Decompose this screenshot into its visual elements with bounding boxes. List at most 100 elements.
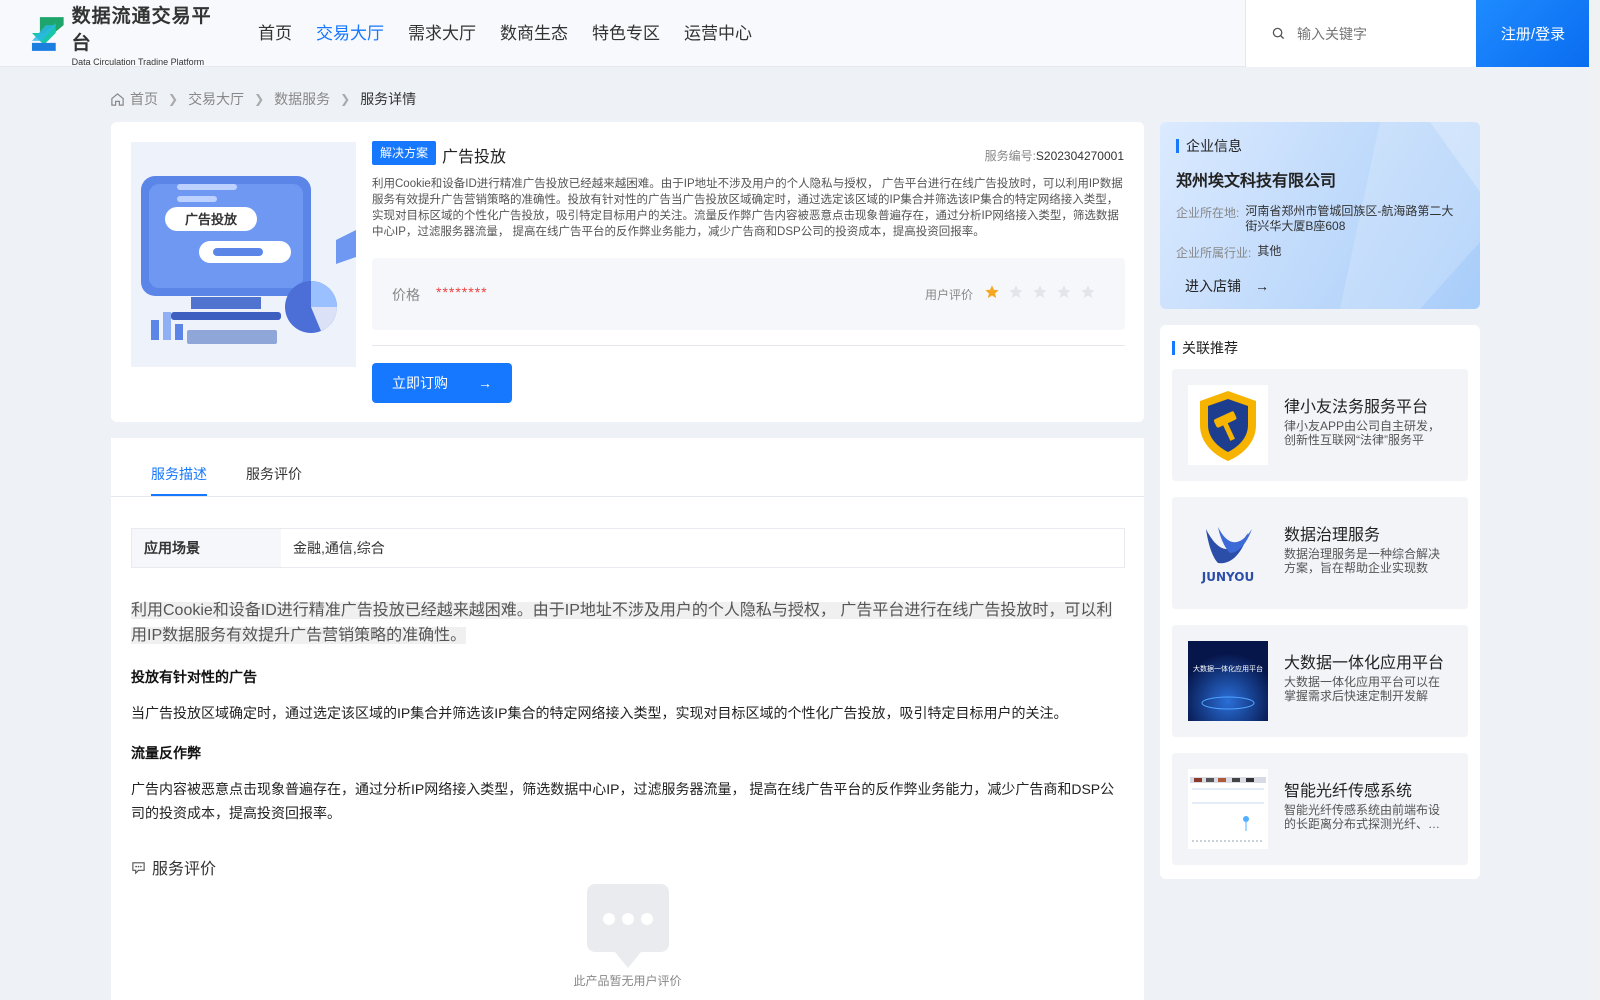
arrow-right-icon: → [1255, 278, 1269, 294]
platform-logo[interactable]: 数据流通交易平台 Data Circulation Tradine Platfo… [30, 6, 230, 67]
intro-text: 利用Cookie和设备ID进行精准广告投放已经越来越困难。由于IP地址不涉及用户… [131, 602, 1113, 644]
company-industry-value: 其他 [1257, 244, 1282, 258]
recommend-item[interactable]: 智能光纤传感系统 智能光纤传感系统由前端布设的长距离分布式探测光纤、… [1172, 753, 1468, 865]
enter-shop-label: 进入店铺 [1185, 278, 1241, 294]
star-empty-icon[interactable] [1080, 284, 1096, 300]
company-info-card: 企业信息 郑州埃文科技有限公司 企业所在地: 河南省郑州市管城回族区-航海路第二… [1160, 122, 1480, 309]
recommend-section-label: 关联推荐 [1182, 340, 1238, 356]
recommend-item-desc: 数据治理服务是一种综合解决方案，旨在帮助企业实现数据… [1284, 547, 1441, 575]
search-input[interactable] [1297, 25, 1467, 42]
nav-item-home[interactable]: 首页 [258, 0, 292, 67]
product-description: 利用Cookie和设备ID进行精准广告投放已经越来越困难。由于IP地址不涉及用户… [372, 178, 1123, 238]
section-text-targeted-ads: 当广告投放区域确定时，通过选定该区域的IP集合并筛选该IP集合的特定网络接入类型… [131, 705, 1068, 721]
reviews-heading: 服务评价 [131, 855, 216, 879]
page-scrollbar[interactable] [1589, 0, 1600, 1000]
reviews-heading-label: 服务评价 [152, 861, 217, 878]
rating-label: 用户评价 [925, 288, 974, 302]
order-now-button[interactable]: 立即订购 → [372, 363, 512, 403]
recommend-item-title: 数据治理服务 [1284, 527, 1381, 544]
nav-item-featured[interactable]: 特色专区 [592, 0, 660, 67]
company-industry-row: 企业所属行业: 其他 [1176, 244, 1467, 261]
divider [372, 345, 1125, 346]
price-label: 价格 [392, 287, 420, 303]
recommend-item-title: 大数据一体化应用平台 [1284, 655, 1445, 672]
recommend-thumbnail-text: JUNYOU [1201, 570, 1254, 584]
chevron-right-icon: ❯ [168, 92, 179, 106]
active-tab-indicator [151, 494, 207, 496]
company-section-label: 企业信息 [1186, 138, 1242, 154]
comment-icon [132, 861, 145, 874]
nav-item-ecosystem[interactable]: 数商生态 [500, 0, 568, 67]
company-location-row: 企业所在地: 河南省郑州市管城回族区-航海路第二大街兴华大厦B座608 [1176, 204, 1455, 234]
top-header: 数据流通交易平台 Data Circulation Tradine Platfo… [0, 0, 1590, 67]
nav-item-operations[interactable]: 运营中心 [684, 0, 752, 67]
detail-tabs: 服务描述 服务评价 [111, 438, 1144, 497]
recommend-item[interactable]: 大数据一体化应用平台 大数据一体化应用平台 大数据一体化应用平台可以在掌握需求后… [1172, 625, 1468, 737]
product-summary-card: 广告投放 解决方案 广告投放 服务编号:S202304270001 利用Cook… [111, 122, 1144, 422]
title-bar [1176, 139, 1179, 153]
main-nav: 首页 交易大厅 需求大厅 数商生态 特色专区 运营中心 [258, 0, 776, 67]
nav-item-trading-hall[interactable]: 交易大厅 [316, 0, 384, 67]
product-title: 广告投放 [442, 149, 507, 166]
product-image: 广告投放 [131, 142, 356, 367]
product-image-caption: 广告投放 [185, 212, 238, 228]
breadcrumb-data-service[interactable]: 数据服务 [274, 89, 330, 109]
section-text-anti-fraud: 广告内容被恶意点击现象普遍存在，通过分析IP网络接入类型，筛选数据中心IP，过滤… [131, 781, 1115, 821]
recommend-thumbnail: JUNYOU [1188, 513, 1268, 593]
tab-service-reviews[interactable]: 服务评价 [246, 464, 302, 484]
scene-value: 金融,通信,综合 [293, 540, 385, 556]
recommend-thumbnail [1188, 385, 1268, 465]
recommend-section-title: 关联推荐 [1172, 338, 1238, 358]
service-number: 服务编号:S202304270001 [985, 147, 1124, 164]
breadcrumb-trading-hall[interactable]: 交易大厅 [188, 89, 244, 109]
empty-reviews-text: 此产品暂无用户评价 [573, 974, 682, 988]
recommend-item[interactable]: JUNYOU 数据治理服务 数据治理服务是一种综合解决方案，旨在帮助企业实现数据… [1172, 497, 1468, 609]
scene-label: 应用场景 [132, 529, 281, 567]
tab-service-description[interactable]: 服务描述 [151, 464, 207, 484]
login-register-button[interactable]: 注册/登录 [1476, 0, 1590, 67]
intro-paragraph: 利用Cookie和设备ID进行精准广告投放已经越来越困难。由于IP地址不涉及用户… [131, 598, 1125, 648]
service-detail-panel: 服务描述 服务评价 应用场景 金融,通信,综合 利用Cookie和设备ID进行精… [111, 438, 1144, 1000]
recommend-item-desc: 律小友APP由公司自主研发，创新性互联网“法律”服务平台… [1284, 419, 1441, 447]
application-scene-table: 应用场景 金融,通信,综合 [131, 528, 1125, 568]
breadcrumb-current: 服务详情 [360, 91, 417, 107]
service-number-label: 服务编号: [984, 149, 1036, 163]
star-empty-icon[interactable] [1008, 284, 1024, 300]
service-number-value: S202304270001 [1035, 149, 1124, 163]
company-location-label: 企业所在地: [1176, 206, 1240, 220]
related-recommendations: 关联推荐 律小友法务服务平台 律小友APP由公司自主研发，创新性互联网“法律”服… [1160, 325, 1480, 879]
recommend-item-title: 智能光纤传感系统 [1284, 783, 1413, 800]
recommend-thumbnail-text: 大数据一体化应用平台 [1193, 664, 1263, 673]
star-empty-icon[interactable] [1032, 284, 1048, 300]
logo-title: 数据流通交易平台 [71, 6, 212, 54]
search-icon[interactable] [1272, 27, 1285, 40]
section-title-anti-fraud: 流量反作弊 [131, 745, 201, 761]
recommend-thumbnail: 大数据一体化应用平台 [1188, 641, 1268, 721]
empty-comment-icon [587, 884, 669, 968]
logo-icon [31, 17, 64, 51]
recommend-item[interactable]: 律小友法务服务平台 律小友APP由公司自主研发，创新性互联网“法律”服务平台… [1172, 369, 1468, 481]
recommend-item-desc: 智能光纤传感系统由前端布设的长距离分布式探测光纤、… [1284, 803, 1441, 831]
nav-item-demand-hall[interactable]: 需求大厅 [408, 0, 476, 67]
section-title-targeted-ads: 投放有针对性的广告 [131, 669, 257, 685]
arrow-right-icon: → [478, 375, 492, 391]
product-category-tag: 解决方案 [372, 141, 437, 165]
recommend-item-title: 律小友法务服务平台 [1284, 399, 1429, 416]
rating-stars [984, 284, 1104, 300]
star-filled-icon[interactable] [984, 284, 1000, 300]
company-section-title: 企业信息 [1176, 136, 1242, 156]
star-empty-icon[interactable] [1056, 284, 1072, 300]
order-now-label: 立即订购 [392, 375, 448, 391]
company-industry-label: 企业所属行业: [1176, 246, 1252, 260]
enter-shop-button[interactable]: 进入店铺 → [1185, 276, 1269, 296]
logo-subtitle: Data Circulation Tradine Platform [71, 57, 205, 67]
breadcrumb-home[interactable]: 首页 [130, 89, 158, 109]
home-icon[interactable] [110, 92, 125, 107]
company-location-value: 河南省郑州市管城回族区-航海路第二大街兴华大厦B座608 [1245, 204, 1454, 233]
company-name: 郑州埃文科技有限公司 [1176, 173, 1337, 190]
title-bar [1172, 341, 1175, 355]
price-value: ******** [436, 284, 488, 300]
chevron-right-icon: ❯ [254, 92, 265, 106]
recommend-thumbnail [1188, 769, 1268, 849]
search-box [1245, 0, 1476, 67]
